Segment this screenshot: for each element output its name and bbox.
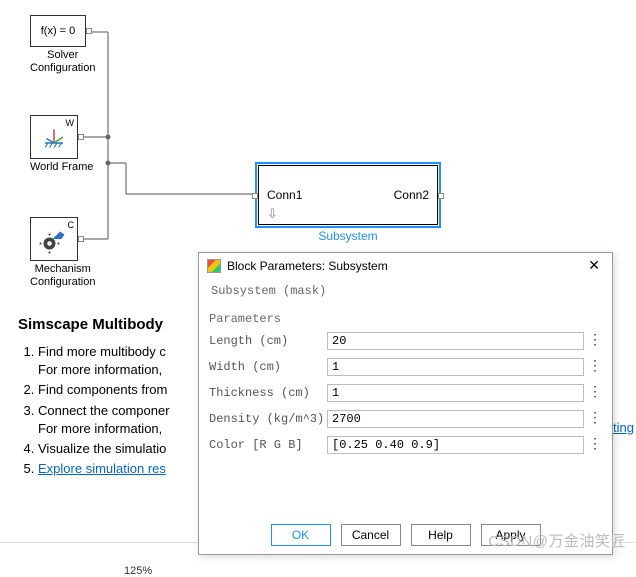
more-icon[interactable]: ⋮ (588, 414, 602, 424)
dialog-title: Block Parameters: Subsystem (227, 259, 584, 273)
port-conn2[interactable] (438, 193, 444, 199)
ok-button[interactable]: OK (271, 524, 331, 546)
mask-label: Subsystem (mask) (211, 284, 602, 298)
thickness-input[interactable] (327, 384, 584, 402)
block-label: SolverConfiguration (30, 49, 95, 75)
cancel-button[interactable]: Cancel (341, 524, 401, 546)
dialog-icon (207, 259, 221, 273)
solver-configuration-block[interactable]: f(x) = 0 SolverConfiguration (30, 15, 95, 75)
conn1-label: Conn1 (267, 188, 302, 202)
color-input[interactable] (327, 436, 584, 454)
more-icon[interactable]: ⋮ (588, 440, 602, 450)
parameters-header: Parameters (209, 312, 602, 326)
port-conn1[interactable] (252, 193, 258, 199)
solver-text: f(x) = 0 (41, 25, 76, 37)
port[interactable] (78, 236, 84, 242)
c-label: C (68, 220, 75, 230)
density-input[interactable] (327, 410, 584, 428)
param-label: Density (kg/m^3) (209, 412, 327, 426)
port[interactable] (86, 28, 92, 34)
block-parameters-dialog: Block Parameters: Subsystem ✕ Subsystem … (198, 252, 613, 555)
zoom-level: 125% (124, 565, 152, 577)
param-label: Length (cm) (209, 334, 327, 348)
param-length: Length (cm) ⋮ (209, 332, 602, 350)
world-frame-block[interactable]: W World Frame (30, 115, 93, 174)
conn2-label: Conn2 (394, 188, 429, 202)
param-thickness: Thickness (cm) ⋮ (209, 384, 602, 402)
param-label: Thickness (cm) (209, 386, 327, 400)
block-label: MechanismConfiguration (30, 263, 95, 289)
port[interactable] (78, 134, 84, 140)
subsystem-block[interactable]: Conn1 Conn2 ⇩ Subsystem (258, 165, 438, 243)
more-icon[interactable]: ⋮ (588, 362, 602, 372)
param-label: Color [R G B] (209, 438, 327, 452)
link-fragment[interactable]: ting (613, 420, 634, 435)
length-input[interactable] (327, 332, 584, 350)
close-icon[interactable]: ✕ (584, 257, 604, 274)
block-label: Subsystem (258, 229, 438, 243)
more-icon[interactable]: ⋮ (588, 388, 602, 398)
apply-button[interactable]: Apply (481, 524, 541, 546)
dialog-titlebar[interactable]: Block Parameters: Subsystem ✕ (199, 253, 612, 278)
width-input[interactable] (327, 358, 584, 376)
block-label: World Frame (30, 161, 93, 174)
w-label: W (66, 118, 75, 128)
more-icon[interactable]: ⋮ (588, 336, 602, 346)
param-label: Width (cm) (209, 360, 327, 374)
param-color: Color [R G B] ⋮ (209, 436, 602, 454)
help-button[interactable]: Help (411, 524, 471, 546)
dialog-body: Subsystem (mask) Parameters Length (cm) … (199, 278, 612, 515)
down-arrow-icon: ⇩ (267, 206, 278, 222)
world-frame-icon (39, 122, 69, 152)
explore-link[interactable]: Explore simulation res (38, 461, 166, 476)
mechanism-configuration-block[interactable]: C MechanismConfiguration (30, 217, 95, 289)
mechanism-icon (39, 224, 69, 254)
param-density: Density (kg/m^3) ⋮ (209, 410, 602, 428)
param-width: Width (cm) ⋮ (209, 358, 602, 376)
dialog-buttons: OK Cancel Help Apply (199, 515, 612, 554)
